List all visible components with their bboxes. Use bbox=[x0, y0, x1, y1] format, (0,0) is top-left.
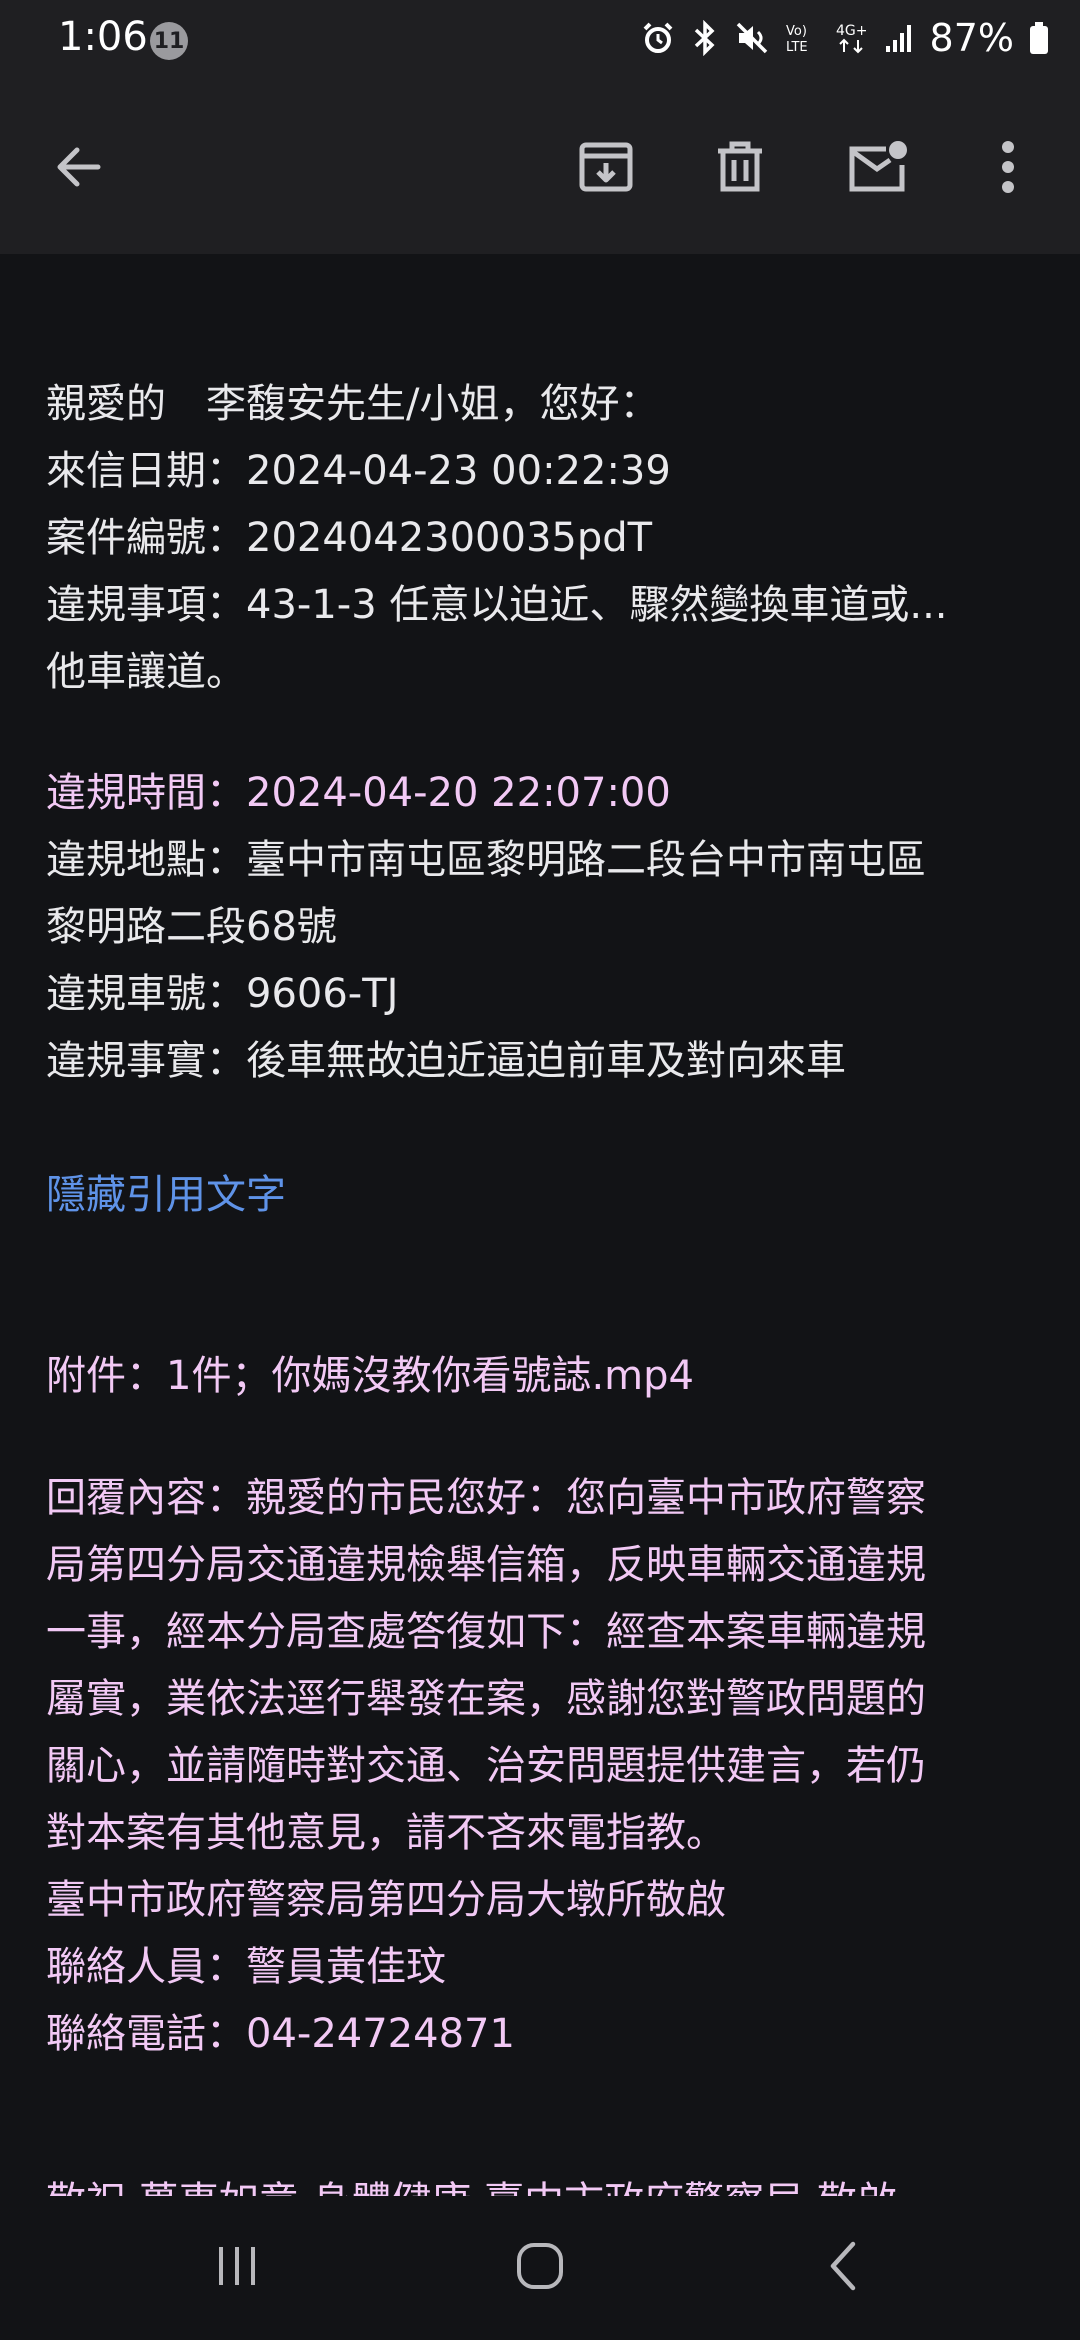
battery-percent: 87% bbox=[929, 16, 1014, 60]
reply-line: 關心，並請隨時對交通、治安問題提供建言，若仍 bbox=[46, 1743, 926, 1789]
attachment-line: 附件：1件；你媽沒教你看號誌.mp4 bbox=[46, 1353, 694, 1399]
archive-icon bbox=[578, 139, 634, 199]
back-nav-button[interactable] bbox=[793, 2236, 893, 2300]
violation-location-line: 違規地點：臺中市南屯區黎明路二段台中市南屯區 bbox=[46, 837, 926, 883]
reply-line: 回覆內容：親愛的市民您好：您向臺中市政府警察 bbox=[46, 1475, 926, 1521]
home-button[interactable] bbox=[490, 2236, 590, 2300]
violation-time-line: 違規時間：2024-04-20 22:07:00 bbox=[46, 770, 671, 816]
date-line: 來信日期：2024-04-23 00:22:39 bbox=[46, 448, 671, 494]
plate-number-line: 違規車號：9606-TJ bbox=[46, 971, 399, 1017]
signature-line: 臺中市政府警察局第四分局大墩所敬啟 bbox=[46, 1877, 726, 1923]
violation-fact-line: 違規事實：後車無故迫近逼迫前車及對向來車 bbox=[46, 1038, 846, 1084]
case-number-line: 案件編號：2024042300035pdT bbox=[46, 515, 653, 561]
reply-line: 對本案有其他意見，請不吝來電指教。 bbox=[46, 1810, 726, 1856]
delete-icon bbox=[715, 139, 765, 199]
reply-line: 屬實，業依法逕行舉發在案，感謝您對警政問題的 bbox=[46, 1676, 926, 1722]
home-icon bbox=[514, 2240, 566, 2296]
alarm-icon bbox=[640, 20, 676, 56]
reply-line: 一事，經本分局查處答復如下：經查本案車輛違規 bbox=[46, 1609, 926, 1655]
4g-plus-icon: 4G+ bbox=[834, 20, 870, 56]
signal-icon bbox=[884, 20, 916, 56]
contact-phone-line: 聯絡電話：04-24724871 bbox=[46, 2011, 515, 2057]
svg-text:Vo): Vo) bbox=[786, 24, 807, 39]
violation-item-continued: 他車讓道。 bbox=[46, 649, 246, 695]
svg-text:LTE: LTE bbox=[786, 40, 808, 55]
archive-button[interactable] bbox=[566, 129, 646, 209]
mark-unread-button[interactable] bbox=[838, 129, 918, 209]
violation-item-line: 違規事項：43-1-3 任意以迫近、驟然變換車道或... bbox=[46, 582, 948, 628]
cut-off-line: 敬祝 萬事如意 身體健康 臺中市政府警察局 敬啟 bbox=[46, 2178, 897, 2196]
recent-apps-icon bbox=[212, 2241, 262, 2295]
back-icon bbox=[823, 2240, 863, 2296]
status-icons: Vo) LTE 4G+ 87% bbox=[640, 16, 1050, 60]
status-time: 1:06 bbox=[58, 14, 148, 60]
more-options-button[interactable] bbox=[968, 129, 1048, 209]
back-button[interactable] bbox=[38, 129, 118, 209]
svg-text:4G+: 4G+ bbox=[836, 23, 868, 39]
reply-line: 局第四分局交通違規檢舉信箱，反映車輛交通違規 bbox=[46, 1542, 926, 1588]
notification-count-badge: 11 bbox=[150, 22, 188, 60]
bluetooth-icon bbox=[690, 20, 720, 56]
hide-quoted-text-link[interactable]: 隱藏引用文字 bbox=[46, 1171, 286, 1219]
violation-location-continued: 黎明路二段68號 bbox=[46, 904, 337, 950]
back-arrow-icon bbox=[52, 141, 104, 197]
battery-icon bbox=[1028, 20, 1050, 56]
greeting-line: 親愛的 李馥安先生/小姐，您好： bbox=[46, 381, 660, 427]
recent-apps-button[interactable] bbox=[187, 2236, 287, 2300]
more-options-icon bbox=[1000, 139, 1016, 199]
email-body: 親愛的 李馥安先生/小姐，您好： 來信日期：2024-04-23 00:22:3… bbox=[0, 254, 1080, 2196]
volte-icon: Vo) LTE bbox=[784, 20, 820, 56]
contact-person-line: 聯絡人員：警員黃佳玟 bbox=[46, 1944, 446, 1990]
system-navigation-bar bbox=[0, 2196, 1080, 2340]
status-bar: 1:06 11 Vo) LTE 4G+ 87% bbox=[0, 0, 1080, 84]
mute-icon bbox=[734, 20, 770, 56]
delete-button[interactable] bbox=[700, 129, 780, 209]
email-toolbar bbox=[0, 84, 1080, 254]
mark-unread-icon bbox=[846, 139, 910, 199]
